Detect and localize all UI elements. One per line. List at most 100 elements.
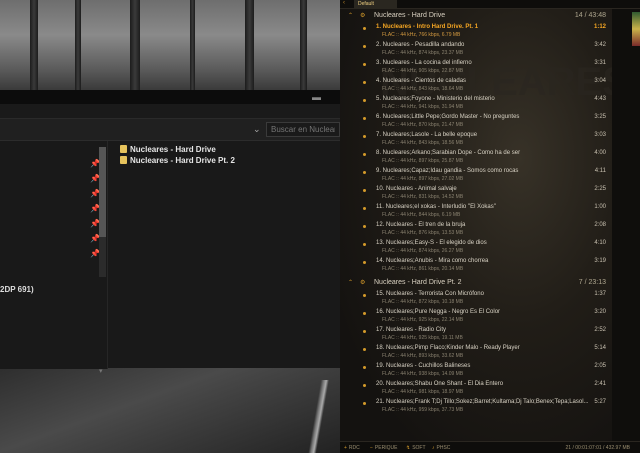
playlist-tab-bar: ‹ Default [340, 0, 640, 9]
minimize-icon[interactable]: ▬ [312, 92, 321, 102]
track-info: FLAC :: 44 kHz, 897 kbps, 25.87 MB [382, 158, 464, 164]
track-row[interactable]: 14. Nucleares;Anubis - Mira como chorrea… [340, 258, 612, 276]
navigation-pane: 📌 📌 📌 📌 📌 📌 📌 ▾ 2DP 691) [0, 141, 108, 375]
track-duration: 2:52 [594, 327, 606, 333]
group-header[interactable]: ⌃ ⚙ Nucleares - Hard Drive Pt. 2 7 / 23:13 [340, 278, 612, 289]
tab-default[interactable]: Default [354, 0, 397, 9]
track-row[interactable]: 17. Nucleares - Radio CityFLAC :: 44 kHz… [340, 327, 612, 345]
track-row[interactable]: 13. Nucleares;Easy-S - El elegido de dio… [340, 240, 612, 258]
track-duration: 2:05 [594, 363, 606, 369]
track-bullet-icon [363, 45, 366, 48]
chevron-down-icon[interactable]: ⌄ [253, 124, 261, 135]
track-row[interactable]: 16. Nucleares;Pure Negga - Negro Es El C… [340, 309, 612, 327]
forest-wallpaper [0, 0, 340, 100]
status-bar: + RDC − PERIQUE ↯ SOFT ♪ PHSC 21 / 00:01:07:… [340, 441, 640, 453]
track-row[interactable]: 8. Nucleares;Arkano;Sarabian Dope - Como… [340, 150, 612, 168]
track-bullet-icon [363, 366, 366, 369]
track-duration: 3:31 [594, 60, 606, 66]
media-player-bar: ▬ [0, 90, 340, 104]
track-row[interactable]: 20. Nucleares;Shabu One Shant - El Dia E… [340, 381, 612, 399]
track-info: FLAC :: 44 kHz, 925 kbps, 19.11 MB [382, 335, 463, 341]
gear-icon[interactable]: ⚙ [360, 12, 365, 19]
perique-button[interactable]: − PERIQUE [370, 445, 397, 451]
chevron-left-icon[interactable]: ‹ [343, 0, 345, 6]
rdc-button[interactable]: + RDC [344, 445, 360, 451]
track-title: 2. Nucleares - Pesadilla andando [376, 42, 465, 48]
track-duration: 1:00 [594, 204, 606, 210]
track-duration: 2:41 [594, 381, 606, 387]
playlist-summary: 21 / 00:01:07:01 / 432.97 MB [565, 445, 631, 451]
track-info: FLAC :: 44 kHz, 843 kbps, 18.56 MB [382, 140, 464, 146]
track-bullet-icon [363, 171, 366, 174]
track-info: FLAC :: 44 kHz, 766 kbps, 6.79 MB [382, 32, 461, 38]
track-row[interactable]: 19. Nucleares - Cuchillos Balineses FLAC … [340, 363, 612, 381]
track-bullet-icon [363, 312, 366, 315]
track-info: FLAC :: 44 kHz, 981 kbps, 18.97 MB [382, 389, 464, 395]
track-row[interactable]: 18. Nucleares;Pimp Flaco;Kinder Malo - R… [340, 345, 612, 363]
track-title: 13. Nucleares;Easy-S - El elegido de dio… [376, 240, 487, 246]
folder-icon [120, 156, 127, 164]
track-info: FLAC :: 44 kHz, 938 kbps, 14.09 MB [382, 371, 464, 377]
group-info: 14 / 43:48 [574, 12, 606, 19]
track-info: FLAC :: 44 kHz, 876 kbps, 13.53 MB [382, 230, 464, 236]
playlist: ⌃ ⚙ Nucleares - Hard Drive 14 / 43:48 1. Nuc… [340, 11, 612, 431]
track-bullet-icon [363, 261, 366, 264]
track-info: FLAC :: 44 kHz, 872 kbps, 10.18 MB [382, 299, 464, 305]
track-info: FLAC :: 44 kHz, 925 kbps, 22.14 MB [382, 317, 464, 323]
track-info: FLAC :: 44 kHz, 874 kbps, 23.37 MB [382, 50, 464, 56]
track-bullet-icon [363, 153, 366, 156]
track-row[interactable]: 5. Nucleares;Foyone - Ministerio del mis… [340, 96, 612, 114]
track-row[interactable]: 2. Nucleares - Pesadilla andandoFLAC :: … [340, 42, 612, 60]
track-row[interactable]: 7. Nucleares;Lasole - La belle epoque FLA… [340, 132, 612, 150]
soft-button[interactable]: ↯ SOFT [406, 445, 426, 451]
collapse-icon[interactable]: ⌃ [348, 12, 353, 19]
track-title: 14. Nucleares;Anubis - Mira como chorrea [376, 258, 489, 264]
folder-name: Nucleares - Hard Drive [130, 144, 216, 154]
track-duration: 4:10 [594, 240, 606, 246]
track-row[interactable]: 6. Nucleares;Little Pepe;Gordo Master - … [340, 114, 612, 132]
track-title: 7. Nucleares;Lasole - La belle epoque [376, 132, 478, 138]
track-title: 12. Nucleares - El tren de la bruja [376, 222, 466, 228]
track-row[interactable]: 21. Nucleares;Frank T;Dj Tillo;Sokez;Bar… [340, 399, 612, 417]
track-bullet-icon [363, 117, 366, 120]
track-title: 1. Nucleares - Intro Hard Drive. Pt. 1 [376, 24, 479, 30]
album-thumbnail [632, 12, 640, 46]
nav-scrollbar-thumb[interactable] [99, 147, 106, 237]
track-info: FLAC :: 44 kHz, 941 kbps, 31.94 MB [382, 104, 464, 110]
search-input[interactable] [266, 122, 340, 137]
track-row[interactable]: 1. Nucleares - Intro Hard Drive. Pt. 1 FL… [340, 24, 612, 42]
group-header[interactable]: ⌃ ⚙ Nucleares - Hard Drive 14 / 43:48 [340, 11, 612, 22]
folder-item[interactable]: Nucleares - Hard Drive Pt. 2 [120, 154, 235, 166]
track-row[interactable]: 9. Nucleares;Capaz;Idau gandia - Somos c… [340, 168, 612, 186]
track-duration: 2:08 [594, 222, 606, 228]
track-title: 18. Nucleares;Pimp Flaco;Kinder Malo - R… [376, 345, 520, 351]
track-duration: 3:42 [594, 42, 606, 48]
track-duration: 3:25 [594, 114, 606, 120]
track-title: 10. Nucleares - Animal salvaje [376, 186, 457, 192]
track-row[interactable]: 10. Nucleares - Animal salvaje FLAC :: 44… [340, 186, 612, 204]
track-duration: 3:04 [594, 78, 606, 84]
track-bullet-icon [363, 294, 366, 297]
track-bullet-icon [363, 330, 366, 333]
gear-icon[interactable]: ⚙ [360, 279, 365, 286]
track-row[interactable]: 15. Nucleares - Terrorista Con Micrófono… [340, 291, 612, 309]
track-row[interactable]: 4. Nucleares - Cientos de caladas FLAC ::… [340, 78, 612, 96]
track-info: FLAC :: 44 kHz, 893 kbps, 33.62 MB [382, 353, 464, 359]
scroll-down-icon[interactable]: ▾ [99, 367, 103, 375]
track-info: FLAC :: 44 kHz, 959 kbps, 37.73 MB [382, 407, 464, 413]
track-row[interactable]: 11. Nucleares;el xokas - Interludio "El … [340, 204, 612, 222]
track-title: 17. Nucleares - Radio City [376, 327, 447, 333]
phsc-button[interactable]: ♪ PHSC [432, 445, 450, 451]
foobar-panel: NUCLEARES ‹ Default ⌃ ⚙ Nucleares - Hard D… [340, 0, 640, 453]
track-row[interactable]: 3. Nucleares - La cocina del infierno FLA… [340, 60, 612, 78]
track-duration: 1:12 [593, 24, 606, 30]
collapse-icon[interactable]: ⌃ [348, 279, 353, 286]
track-duration: 3:20 [594, 309, 606, 315]
track-bullet-icon [363, 207, 366, 210]
track-info: FLAC :: 44 kHz, 905 kbps, 22.87 MB [382, 68, 464, 74]
track-bullet-icon [363, 243, 366, 246]
track-bullet-icon [363, 27, 366, 30]
track-title: 6. Nucleares;Little Pepe;Gordo Master - … [376, 114, 520, 120]
track-row[interactable]: 12. Nucleares - El tren de la bruja FLAC … [340, 222, 612, 240]
group-title: Nucleares - Hard Drive Pt. 2 [374, 279, 462, 286]
